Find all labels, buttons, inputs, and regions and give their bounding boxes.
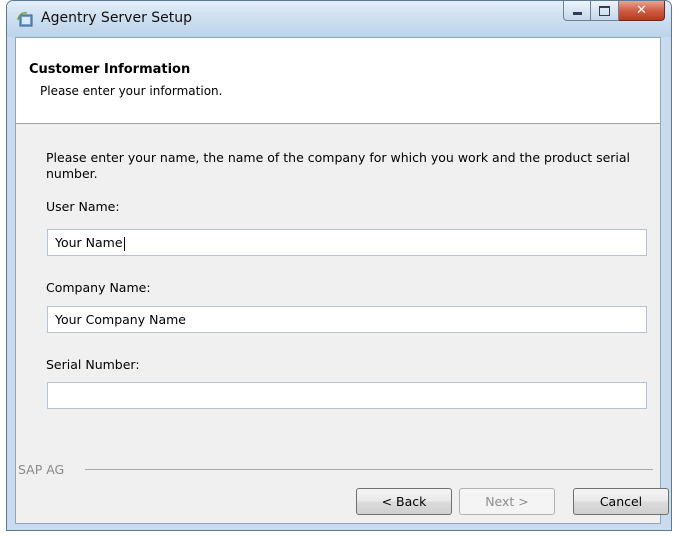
caption-buttons: ✕ bbox=[563, 1, 665, 23]
dialog-client-area: Customer Information Please enter your i… bbox=[15, 37, 669, 524]
instructions-text: Please enter your name, the name of the … bbox=[46, 150, 631, 181]
serial-number-input[interactable] bbox=[47, 382, 647, 409]
maximize-icon bbox=[599, 5, 610, 16]
page-title: Customer Information bbox=[29, 62, 191, 77]
minimize-button[interactable] bbox=[563, 1, 591, 21]
maximize-button[interactable] bbox=[591, 1, 619, 21]
brand-label: SAP AG bbox=[18, 462, 65, 477]
setup-window: Agentry Server Setup ✕ Customer Informat… bbox=[6, 0, 672, 531]
setup-app-icon bbox=[17, 11, 33, 27]
window-title: Agentry Server Setup bbox=[41, 10, 193, 26]
minimize-icon bbox=[572, 12, 582, 15]
company-name-input[interactable]: Your Company Name bbox=[47, 306, 647, 333]
company-name-label: Company Name: bbox=[46, 280, 151, 295]
back-button[interactable]: < Back bbox=[356, 488, 452, 515]
title-bar[interactable]: Agentry Server Setup ✕ bbox=[7, 1, 671, 37]
serial-number-label: Serial Number: bbox=[46, 357, 140, 372]
next-button[interactable]: Next > bbox=[459, 488, 555, 515]
user-name-input[interactable]: Your Name bbox=[47, 229, 647, 256]
close-icon: ✕ bbox=[636, 3, 647, 18]
footer-divider bbox=[85, 469, 653, 470]
close-button[interactable]: ✕ bbox=[619, 1, 665, 21]
header-banner: Customer Information Please enter your i… bbox=[16, 38, 660, 124]
company-name-value: Your Company Name bbox=[55, 312, 186, 327]
text-caret bbox=[123, 236, 125, 251]
page-subtitle: Please enter your information. bbox=[40, 84, 223, 98]
user-name-label: User Name: bbox=[46, 199, 120, 214]
user-name-value: Your Name bbox=[55, 235, 123, 250]
cancel-button[interactable]: Cancel bbox=[573, 488, 669, 515]
